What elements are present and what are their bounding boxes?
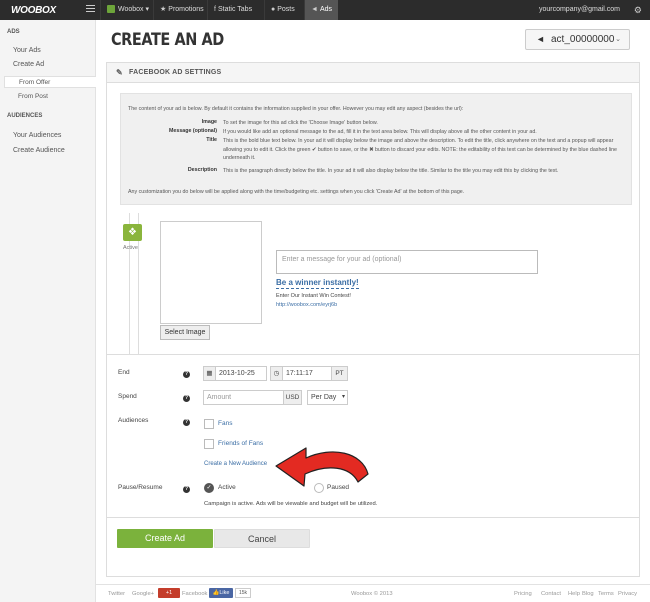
info-outro: Any customization you do below will be a…: [128, 189, 465, 195]
cancel-button[interactable]: Cancel: [214, 529, 310, 548]
caret-down-icon: ▾: [145, 6, 150, 13]
sidebar-item-create-audience[interactable]: Create Audience: [13, 147, 65, 154]
page-title: CREATE AN AD: [111, 30, 224, 50]
footer-facebook-link[interactable]: Facebook: [182, 591, 207, 597]
ad-preview: ❖ Active Select Image Enter a message fo…: [107, 213, 639, 357]
help-icon[interactable]: ?: [183, 486, 190, 493]
top-navbar: WOOBOX Woobox ▾ ★ Promotions f Static Tabs…: [0, 0, 650, 20]
facebook-icon: f: [214, 6, 216, 13]
nav-promotions[interactable]: ★ Promotions: [153, 0, 210, 20]
campaign-status-note: Campaign is active. Ads will be viewable…: [204, 501, 378, 507]
friends-of-fans-label[interactable]: Friends of Fans: [218, 440, 263, 447]
sidebar-section-audiences: AUDIENCES: [7, 113, 43, 119]
footer-link-terms[interactable]: Terms: [598, 591, 614, 597]
caret-down-icon: ▾: [341, 394, 345, 400]
sidebar-item-create-ad[interactable]: Create Ad: [13, 61, 44, 68]
create-ad-button[interactable]: Create Ad: [117, 529, 213, 548]
ad-title[interactable]: Be a winner instantly!: [276, 278, 359, 289]
help-icon[interactable]: ?: [183, 371, 190, 378]
sidebar-item-your-ads[interactable]: Your Ads: [13, 47, 41, 54]
panel-heading: ✎ FACEBOOK AD SETTINGS: [107, 63, 639, 83]
footer-twitter-link[interactable]: Twitter: [108, 591, 125, 597]
friends-of-fans-checkbox[interactable]: [204, 439, 214, 449]
end-label: End: [118, 369, 130, 376]
pause-resume-label: Pause/Resume: [118, 484, 163, 491]
facebook-like-button[interactable]: 👍Like: [209, 588, 233, 598]
ad-status-icon: ❖: [123, 224, 142, 241]
amount-input[interactable]: Amount: [203, 390, 284, 405]
info-box: The content of your ad is below. By defa…: [120, 93, 632, 205]
ad-message-textarea[interactable]: Enter a message for your ad (optional): [276, 250, 538, 274]
spend-label: Spend: [118, 393, 137, 400]
megaphone-icon: ◄: [536, 34, 545, 44]
footer-link-contact[interactable]: Contact: [541, 591, 561, 597]
nav-static-tabs[interactable]: f Static Tabs: [207, 0, 258, 20]
sidebar: ADS Your Ads Create Ad From Offer From P…: [0, 20, 96, 602]
footer-link-blog[interactable]: Blog: [582, 591, 594, 597]
ad-status-label: Active: [123, 245, 138, 251]
currency-label: USD: [283, 390, 302, 405]
divider: [107, 354, 639, 355]
ad-settings-panel: ✎ FACEBOOK AD SETTINGS The content of yo…: [106, 62, 640, 577]
star-icon: ★: [160, 6, 167, 13]
app-menu[interactable]: Woobox ▾: [100, 0, 155, 20]
sidebar-item-from-offer[interactable]: From Offer: [4, 76, 96, 88]
sidebar-section-ads: ADS: [7, 29, 20, 35]
footer-googleplus-link[interactable]: Google+: [132, 591, 154, 597]
red-arrow-annotation: [275, 447, 369, 487]
facebook-like-count: 15k: [235, 588, 251, 598]
google-plus-one-button[interactable]: +1: [158, 588, 180, 598]
ad-description[interactable]: Enter Our Instant Win Contest!: [276, 293, 351, 299]
active-radio[interactable]: ✓: [204, 483, 214, 493]
period-select[interactable]: Per Day ▾: [307, 390, 348, 405]
sidebar-item-your-audiences[interactable]: Your Audiences: [13, 132, 61, 139]
edit-icon: ✎: [116, 68, 123, 77]
divider: [107, 517, 639, 518]
end-time-input[interactable]: 17:11:17: [282, 366, 332, 381]
ad-url: http://woobox.com/eyrj6b: [276, 302, 338, 308]
help-icon[interactable]: ?: [183, 395, 190, 402]
woobox-app-icon: [107, 5, 115, 14]
woobox-logo[interactable]: WOOBOX: [11, 5, 56, 16]
help-icon[interactable]: ?: [183, 419, 190, 426]
info-intro: The content of your ad is below. By defa…: [128, 106, 464, 112]
nav-posts[interactable]: ● Posts: [264, 0, 301, 20]
footer: Twitter Google+ +1 Facebook 👍Like 15k Wo…: [96, 584, 650, 602]
ad-image-placeholder: [160, 221, 262, 324]
footer-link-help[interactable]: Help: [568, 591, 580, 597]
audiences-label: Audiences: [118, 417, 149, 424]
gear-icon[interactable]: ⚙: [634, 0, 642, 20]
active-radio-label[interactable]: Active: [218, 484, 236, 491]
select-image-button[interactable]: Select Image: [160, 325, 210, 340]
sidebar-item-from-post[interactable]: From Post: [4, 91, 96, 103]
fans-checkbox[interactable]: [204, 419, 214, 429]
megaphone-icon: ◄: [311, 6, 318, 13]
account-selector[interactable]: ◄ act_00000000 ⌄: [525, 29, 630, 50]
create-new-audience-link[interactable]: Create a New Audience: [204, 461, 267, 467]
end-date-input[interactable]: 2013-10-25: [215, 366, 267, 381]
timezone-label: PT: [331, 366, 348, 381]
fans-label[interactable]: Fans: [218, 420, 232, 427]
user-email[interactable]: yourcompany@gmail.com: [539, 0, 620, 20]
menu-icon[interactable]: [86, 5, 95, 14]
footer-link-privacy[interactable]: Privacy: [618, 591, 637, 597]
footer-copyright: Woobox © 2013: [351, 591, 393, 597]
footer-link-pricing[interactable]: Pricing: [514, 591, 532, 597]
comment-icon: ●: [271, 6, 276, 13]
nav-ads[interactable]: ◄ Ads: [304, 0, 338, 20]
chevron-down-icon: ⌄: [615, 36, 621, 43]
